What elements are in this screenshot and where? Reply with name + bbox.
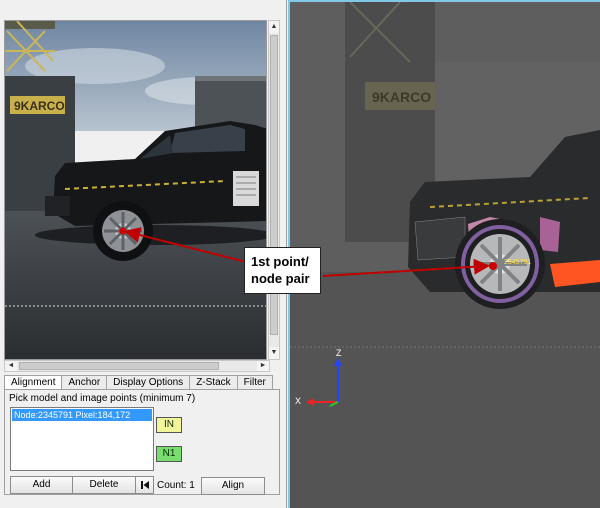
- scroll-right-arrow-icon[interactable]: ►: [257, 361, 269, 371]
- add-button[interactable]: Add: [10, 476, 73, 494]
- skip-to-first-icon[interactable]: [135, 476, 154, 494]
- vertical-scrollbar[interactable]: ▲ ▼: [268, 20, 280, 360]
- list-item[interactable]: Node:2345791 Pixel:184,172: [12, 409, 152, 421]
- delete-button[interactable]: Delete: [72, 476, 136, 494]
- n1-button[interactable]: N1: [156, 446, 182, 462]
- barrier-sign: 9KARCO: [14, 99, 65, 113]
- tab-display-options[interactable]: Display Options: [106, 375, 191, 389]
- scroll-up-arrow-icon[interactable]: ▲: [269, 21, 279, 33]
- callout-line-2: node pair: [251, 271, 310, 286]
- node-id-label: 2345791: [504, 259, 531, 266]
- ghost-barrier-sign: 9KARCO: [372, 89, 431, 105]
- in-button[interactable]: IN: [156, 417, 182, 433]
- scroll-down-arrow-icon[interactable]: ▼: [269, 347, 279, 359]
- tab-z-stack[interactable]: Z-Stack: [189, 375, 238, 389]
- tab-anchor[interactable]: Anchor: [61, 375, 108, 389]
- horizontal-scrollbar[interactable]: ◄ ►: [4, 360, 270, 372]
- x-axis-label: X: [295, 396, 301, 406]
- tab-strip: Alignment Anchor Display Options Z-Stack…: [4, 375, 273, 390]
- point-pairs-list[interactable]: Node:2345791 Pixel:184,172: [10, 407, 154, 471]
- model-viewport[interactable]: 9KARCO 2345791 Z X: [288, 0, 600, 508]
- model-node-marker: [489, 262, 497, 270]
- count-label: Count: 1: [157, 480, 195, 491]
- tab-filter[interactable]: Filter: [236, 375, 273, 389]
- tab-alignment[interactable]: Alignment: [4, 375, 63, 390]
- crash-test-photo[interactable]: 9KARCO: [4, 20, 267, 360]
- alignment-panel: Pick model and image points (minimum 7) …: [4, 389, 280, 495]
- image-point-marker: [119, 227, 127, 235]
- horizontal-scroll-thumb[interactable]: [19, 362, 219, 370]
- scroll-left-arrow-icon[interactable]: ◄: [5, 361, 17, 371]
- align-button[interactable]: Align: [201, 477, 265, 495]
- callout-line-1: 1st point/: [251, 254, 309, 269]
- z-axis-label: Z: [336, 348, 342, 358]
- instruction-label: Pick model and image points (minimum 7): [9, 393, 196, 404]
- annotation-callout: 1st point/ node pair: [244, 247, 321, 294]
